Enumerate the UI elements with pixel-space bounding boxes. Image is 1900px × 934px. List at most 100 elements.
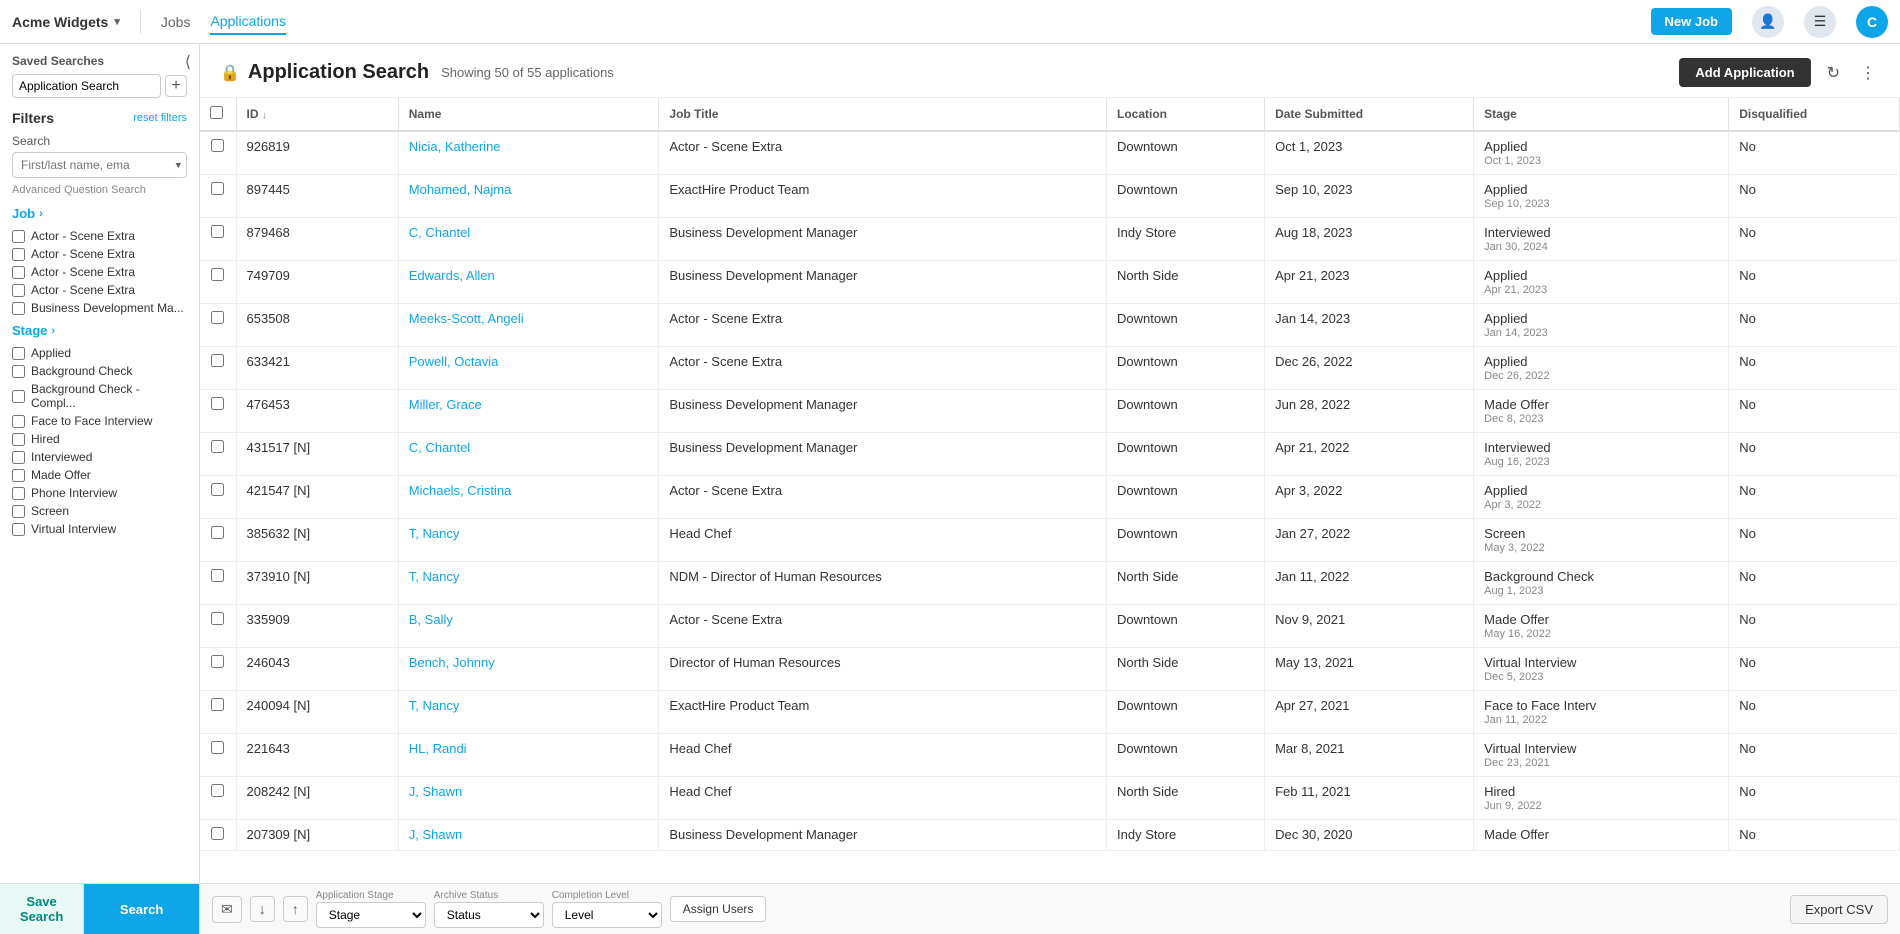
row-checkbox[interactable] <box>211 827 224 840</box>
row-checkbox-cell[interactable] <box>200 648 236 691</box>
brand-logo[interactable]: Acme Widgets ▾ <box>12 14 120 30</box>
stage-filter-item-f2f[interactable]: Face to Face Interview <box>12 412 187 430</box>
table-row[interactable]: 926819 Nicia, Katherine Actor - Scene Ex… <box>200 131 1900 175</box>
sidebar-collapse-icon[interactable]: ⟨ <box>185 52 191 72</box>
stage-checkbox-f2f[interactable] <box>12 415 25 428</box>
row-checkbox-cell[interactable] <box>200 261 236 304</box>
more-options-icon-button[interactable]: ⋮ <box>1856 59 1880 87</box>
archive-status-select[interactable]: Status <box>434 902 544 928</box>
table-row[interactable]: 208242 [N] J, Shawn Head Chef North Side… <box>200 777 1900 820</box>
col-name[interactable]: Name <box>398 98 659 131</box>
job-filter-item[interactable]: Actor - Scene Extra <box>12 263 187 281</box>
table-row[interactable]: 749709 Edwards, Allen Business Developme… <box>200 261 1900 304</box>
job-filter-item[interactable]: Actor - Scene Extra <box>12 227 187 245</box>
advanced-search-link[interactable]: Advanced Question Search <box>0 182 199 202</box>
saved-search-add-button[interactable]: + <box>165 75 187 97</box>
row-name[interactable]: T, Nancy <box>398 519 659 562</box>
reset-filters-link[interactable]: reset filters <box>133 112 187 124</box>
avatar[interactable]: C <box>1856 6 1888 38</box>
saved-search-select[interactable]: Application Search <box>12 74 161 98</box>
stage-filter-item-screen[interactable]: Screen <box>12 502 187 520</box>
col-stage[interactable]: Stage <box>1474 98 1729 131</box>
row-checkbox[interactable] <box>211 440 224 453</box>
table-row[interactable]: 431517 [N] C, Chantel Business Developme… <box>200 433 1900 476</box>
email-icon-button[interactable]: ✉ <box>212 896 242 923</box>
col-disqualified[interactable]: Disqualified <box>1729 98 1900 131</box>
search-dropdown-arrow-icon[interactable]: ▾ <box>175 159 181 172</box>
move-up-icon-button[interactable]: ↑ <box>283 896 308 922</box>
stage-filter-item-applied[interactable]: Applied <box>12 344 187 362</box>
table-row[interactable]: 421547 [N] Michaels, Cristina Actor - Sc… <box>200 476 1900 519</box>
table-row[interactable]: 246043 Bench, Johnny Director of Human R… <box>200 648 1900 691</box>
row-checkbox[interactable] <box>211 354 224 367</box>
row-checkbox[interactable] <box>211 182 224 195</box>
row-checkbox[interactable] <box>211 612 224 625</box>
col-checkbox[interactable] <box>200 98 236 131</box>
table-row[interactable]: 897445 Mohamed, Najma ExactHire Product … <box>200 175 1900 218</box>
job-filter-section[interactable]: Job › <box>0 202 199 225</box>
row-name[interactable]: Miller, Grace <box>398 390 659 433</box>
stage-filter-item-interviewed[interactable]: Interviewed <box>12 448 187 466</box>
job-filter-item[interactable]: Actor - Scene Extra <box>12 281 187 299</box>
row-name[interactable]: C, Chantel <box>398 433 659 476</box>
stage-filter-item-bg-check-compl[interactable]: Background Check - Compl... <box>12 380 187 412</box>
job-filter-checkbox-5[interactable] <box>12 302 25 315</box>
row-name[interactable]: J, Shawn <box>398 777 659 820</box>
row-name[interactable]: T, Nancy <box>398 691 659 734</box>
select-all-checkbox[interactable] <box>210 106 223 119</box>
row-checkbox[interactable] <box>211 397 224 410</box>
table-row[interactable]: 633421 Powell, Octavia Actor - Scene Ext… <box>200 347 1900 390</box>
table-row[interactable]: 335909 B, Sally Actor - Scene Extra Down… <box>200 605 1900 648</box>
stage-checkbox-hired[interactable] <box>12 433 25 446</box>
stage-checkbox-made-offer[interactable] <box>12 469 25 482</box>
search-input[interactable] <box>12 152 187 178</box>
row-name[interactable]: Bench, Johnny <box>398 648 659 691</box>
row-checkbox-cell[interactable] <box>200 820 236 851</box>
stage-checkbox-bg-check[interactable] <box>12 365 25 378</box>
save-search-button[interactable]: Save Search <box>0 884 84 934</box>
job-filter-checkbox-2[interactable] <box>12 248 25 261</box>
assign-users-button[interactable]: Assign Users <box>670 896 767 922</box>
row-checkbox-cell[interactable] <box>200 175 236 218</box>
stage-checkbox-screen[interactable] <box>12 505 25 518</box>
table-row[interactable]: 221643 HL, Randi Head Chef Downtown Mar … <box>200 734 1900 777</box>
table-row[interactable]: 207309 [N] J, Shawn Business Development… <box>200 820 1900 851</box>
row-checkbox[interactable] <box>211 655 224 668</box>
col-location[interactable]: Location <box>1107 98 1265 131</box>
user-icon-button[interactable]: 👤 <box>1752 6 1784 38</box>
stage-filter-item-virtual[interactable]: Virtual Interview <box>12 520 187 538</box>
row-checkbox-cell[interactable] <box>200 605 236 648</box>
row-checkbox-cell[interactable] <box>200 777 236 820</box>
row-checkbox-cell[interactable] <box>200 691 236 734</box>
row-name[interactable]: Nicia, Katherine <box>398 131 659 175</box>
stage-filter-item-bg-check[interactable]: Background Check <box>12 362 187 380</box>
row-checkbox-cell[interactable] <box>200 433 236 476</box>
stage-filter-section[interactable]: Stage › <box>0 319 199 342</box>
stage-checkbox-bg-check-compl[interactable] <box>12 390 25 403</box>
job-filter-checkbox-1[interactable] <box>12 230 25 243</box>
col-job-title[interactable]: Job Title <box>659 98 1107 131</box>
row-checkbox[interactable] <box>211 139 224 152</box>
table-row[interactable]: 240094 [N] T, Nancy ExactHire Product Te… <box>200 691 1900 734</box>
row-checkbox[interactable] <box>211 526 224 539</box>
row-checkbox-cell[interactable] <box>200 562 236 605</box>
row-name[interactable]: B, Sally <box>398 605 659 648</box>
row-name[interactable]: Powell, Octavia <box>398 347 659 390</box>
job-filter-checkbox-3[interactable] <box>12 266 25 279</box>
table-row[interactable]: 373910 [N] T, Nancy NDM - Director of Hu… <box>200 562 1900 605</box>
row-checkbox-cell[interactable] <box>200 304 236 347</box>
col-id[interactable]: ID ↓ <box>236 98 398 131</box>
job-filter-checkbox-4[interactable] <box>12 284 25 297</box>
stage-checkbox-interviewed[interactable] <box>12 451 25 464</box>
row-name[interactable]: Meeks-Scott, Angeli <box>398 304 659 347</box>
row-name[interactable]: Mohamed, Najma <box>398 175 659 218</box>
add-application-button[interactable]: Add Application <box>1679 58 1810 87</box>
nav-jobs[interactable]: Jobs <box>161 10 191 34</box>
col-date-submitted[interactable]: Date Submitted <box>1265 98 1474 131</box>
table-row[interactable]: 476453 Miller, Grace Business Developmen… <box>200 390 1900 433</box>
row-checkbox[interactable] <box>211 268 224 281</box>
completion-level-select[interactable]: Level <box>552 902 662 928</box>
row-checkbox[interactable] <box>211 698 224 711</box>
row-name[interactable]: HL, Randi <box>398 734 659 777</box>
row-name[interactable]: C, Chantel <box>398 218 659 261</box>
